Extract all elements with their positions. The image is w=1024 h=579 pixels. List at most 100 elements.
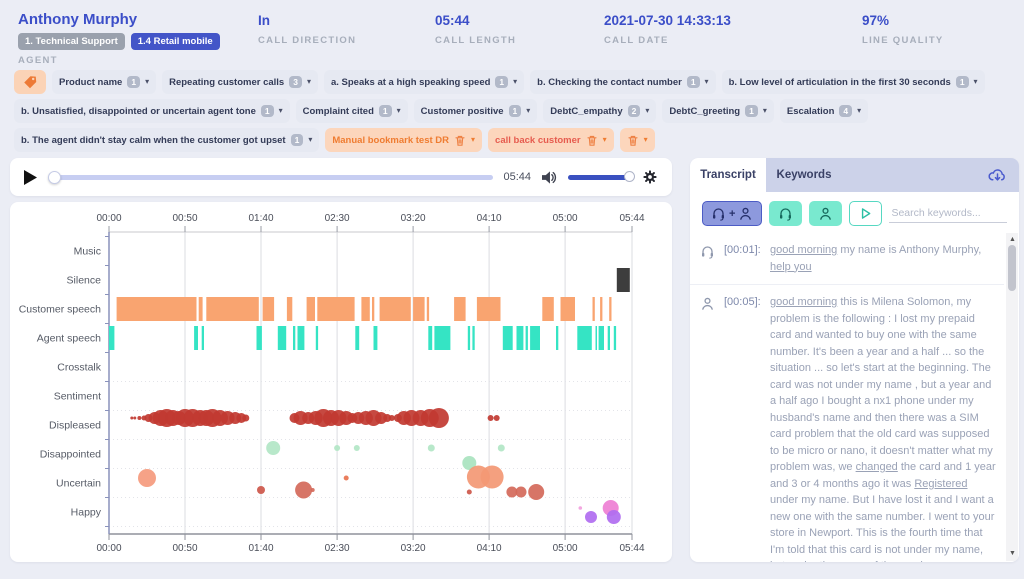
person-icon (818, 206, 833, 221)
chevron-down-icon[interactable]: ▾ (644, 136, 648, 144)
chevron-down-icon[interactable]: ▾ (307, 78, 311, 86)
audio-player: 05:44 (10, 158, 672, 196)
chip-row: b. Unsatisfied, disappointed or uncertai… (14, 99, 1010, 123)
chevron-down-icon[interactable]: ▾ (857, 107, 861, 115)
tab-keywords[interactable]: Keywords (766, 158, 842, 192)
scrollbar-thumb[interactable] (1008, 245, 1016, 291)
chip-count-badge: 2 (628, 105, 641, 117)
keyword-highlight[interactable]: help you (770, 261, 812, 273)
playback-thumb[interactable] (48, 171, 61, 184)
keyword-highlight[interactable]: changed (856, 461, 898, 473)
search-keywords-input[interactable] (889, 204, 1007, 223)
tag-chip[interactable]: b. Checking the contact number1▾ (530, 70, 715, 94)
filter-customer-button[interactable] (809, 201, 842, 226)
keyword-highlight[interactable]: good morning (770, 296, 837, 308)
tag-chip[interactable]: a. Speaks at a high speaking speed1▾ (324, 70, 524, 94)
scroll-down-icon[interactable]: ▼ (1009, 550, 1016, 557)
chevron-down-icon[interactable]: ▾ (513, 78, 517, 86)
chevron-down-icon[interactable]: ▾ (603, 136, 607, 144)
entry-timestamp[interactable]: [00:05]: (724, 294, 770, 562)
chip-label: Complaint cited (303, 106, 374, 117)
trash-icon[interactable] (627, 134, 639, 147)
tags-toggle-button[interactable] (14, 70, 46, 94)
chevron-down-icon[interactable]: ▾ (397, 107, 401, 115)
chevron-down-icon[interactable]: ▾ (145, 78, 149, 86)
chevron-down-icon[interactable]: ▾ (705, 78, 709, 86)
chip-count-badge: 1 (495, 76, 508, 88)
svg-text:Silence: Silence (67, 275, 102, 287)
gear-icon (642, 169, 658, 185)
filter-agent-button[interactable] (769, 201, 802, 226)
svg-text:Happy: Happy (71, 507, 102, 519)
tags-toolbar: Product name1▾Repeating customer calls3▾… (0, 60, 1024, 152)
svg-text:00:50: 00:50 (172, 543, 197, 554)
tag-chip[interactable]: Escalation4▾ (780, 99, 868, 123)
chevron-down-icon[interactable]: ▾ (526, 107, 530, 115)
call-timeline-chart[interactable]: 00:0000:0000:5000:5001:4001:4002:3002:30… (14, 204, 668, 556)
tag-chip[interactable]: b. Unsatisfied, disappointed or uncertai… (14, 99, 290, 123)
tag-chip[interactable]: b. Low level of articulation in the firs… (722, 70, 985, 94)
chevron-down-icon[interactable]: ▾ (645, 107, 649, 115)
scroll-up-icon[interactable]: ▲ (1009, 236, 1016, 243)
trash-icon[interactable] (586, 134, 598, 147)
tag-chip[interactable]: DebtC_greeting1▾ (662, 99, 773, 123)
chip-count-badge: 1 (745, 105, 758, 117)
chip-label: call back customer (495, 135, 581, 146)
stat-value: 2021-07-30 14:33:13 (604, 13, 731, 28)
tag-chip[interactable]: Customer positive1▾ (414, 99, 538, 123)
transcript-text: this is Milena Solomon, my problem is th… (770, 296, 993, 473)
svg-text:04:10: 04:10 (477, 213, 502, 224)
volume-slider[interactable] (568, 175, 632, 180)
play-outline-icon (858, 206, 873, 221)
transcript-entry[interactable]: [00:05]:good morning this is Milena Solo… (690, 285, 1004, 562)
chevron-down-icon[interactable]: ▾ (308, 136, 312, 144)
tag-chip[interactable]: Product name1▾ (52, 70, 156, 94)
volume-thumb[interactable] (624, 171, 635, 182)
play-icon (24, 170, 37, 185)
tag-chip[interactable]: ▾ (620, 128, 655, 152)
play-button[interactable] (24, 169, 40, 185)
play-transcript-button[interactable] (849, 201, 882, 226)
chevron-down-icon[interactable]: ▾ (974, 78, 978, 86)
cloud-download-icon[interactable] (988, 158, 1007, 192)
tag-chip[interactable]: call back customer ▾ (488, 128, 614, 152)
call-stat: 97% LINE QUALITY (862, 13, 944, 46)
agent-tag-badge[interactable]: 1.4 Retail mobile (131, 33, 220, 50)
stat-value: 05:44 (435, 13, 516, 28)
stat-value: 97% (862, 13, 944, 28)
playback-progress-slider[interactable] (50, 175, 493, 180)
entry-text: good morning my name is Anthony Murphy, … (770, 242, 1002, 275)
agent-tag-badge[interactable]: 1. Technical Support (18, 33, 125, 50)
tag-chip[interactable]: DebtC_empathy2▾ (543, 99, 656, 123)
tag-chip[interactable]: Manual bookmark test DR▾ (325, 128, 482, 152)
svg-text:05:44: 05:44 (619, 213, 644, 224)
volume-icon[interactable] (541, 170, 558, 185)
call-stat: 2021-07-30 14:33:13CALL DATE (604, 13, 731, 46)
transcript-entry[interactable]: [00:01]:good morning my name is Anthony … (690, 233, 1004, 285)
agent-name: Anthony Murphy (18, 11, 220, 28)
filter-both-speakers-button[interactable]: + (702, 201, 762, 226)
trash-icon[interactable] (454, 134, 466, 147)
gear-icon[interactable] (642, 169, 658, 185)
transcript-scrollbar[interactable]: ▲ ▼ (1006, 233, 1018, 561)
chip-count-badge: 1 (379, 105, 392, 117)
chip-label: Escalation (787, 106, 835, 117)
stat-label: LINE QUALITY (862, 35, 944, 46)
chip-count-badge: 1 (291, 134, 304, 146)
agent-role-label: AGENT (18, 55, 220, 66)
chip-count-badge: 3 (289, 76, 302, 88)
agent-block: Anthony Murphy 1. Technical Support 1.4 … (18, 11, 220, 66)
chevron-down-icon[interactable]: ▾ (763, 107, 767, 115)
entry-timestamp[interactable]: [00:01]: (724, 242, 770, 275)
tag-chip[interactable]: b. The agent didn't stay calm when the c… (14, 128, 319, 152)
tag-chip[interactable]: Repeating customer calls3▾ (162, 70, 318, 94)
keyword-highlight[interactable]: good morning (770, 244, 837, 256)
entry-text: good morning this is Milena Solomon, my … (770, 294, 1002, 562)
tag-chip[interactable]: Complaint cited 1 ▾ (296, 99, 408, 123)
keyword-highlight[interactable]: Registered (914, 478, 967, 490)
svg-text:Sentiment: Sentiment (54, 391, 101, 403)
chip-label: b. The agent didn't stay calm when the c… (21, 135, 286, 146)
chevron-down-icon[interactable]: ▾ (471, 136, 475, 144)
chevron-down-icon[interactable]: ▾ (279, 107, 283, 115)
tab-transcript[interactable]: Transcript (690, 158, 766, 192)
